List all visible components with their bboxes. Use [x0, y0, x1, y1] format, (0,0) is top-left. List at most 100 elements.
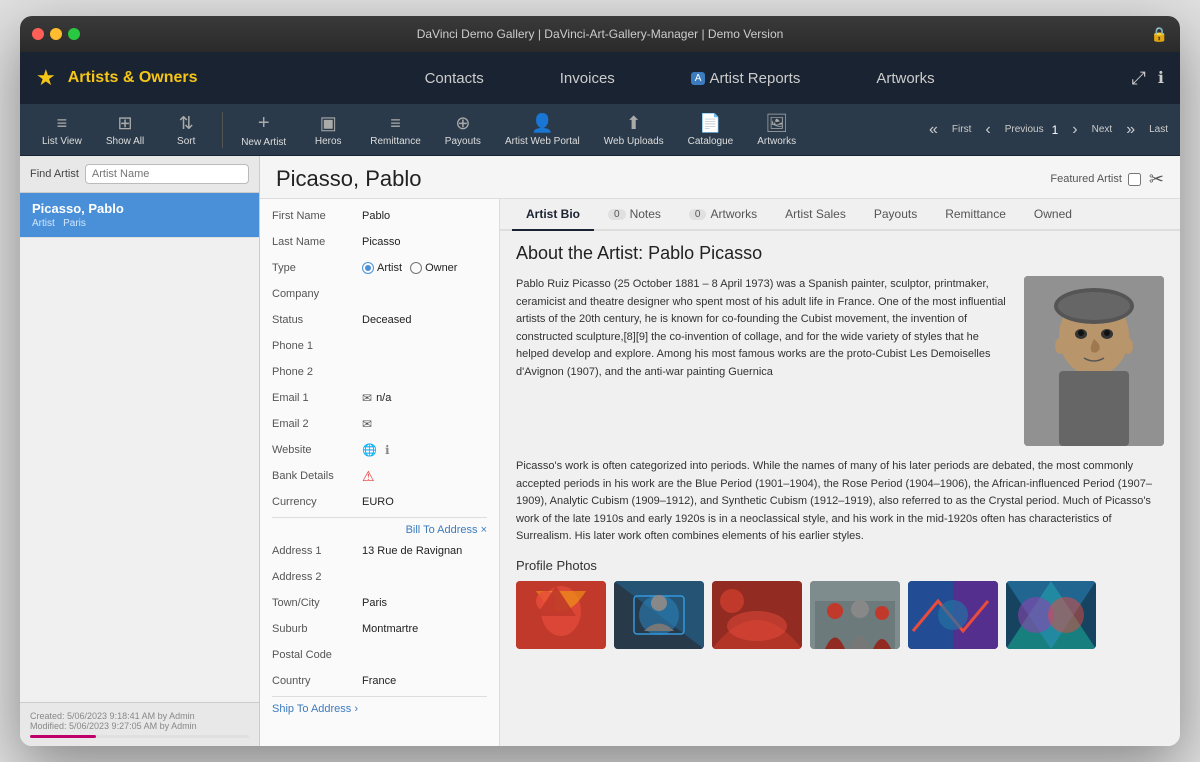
owner-radio-circle — [410, 262, 422, 274]
app-window: DaVinci Demo Gallery | DaVinci-Art-Galle… — [20, 16, 1180, 746]
photo-thumb-6[interactable] — [1006, 581, 1096, 649]
nav-bar: ★ Artists & Owners Contacts Invoices A A… — [20, 52, 1180, 104]
scissors-icon[interactable]: ✂ — [1149, 169, 1164, 190]
traffic-lights — [32, 28, 80, 40]
new-artist-button[interactable]: + New Artist — [231, 108, 296, 152]
payouts-icon: ⊕ — [455, 113, 470, 134]
pagination: « First ‹ Previous 1 › Next » Last — [923, 119, 1168, 141]
nav-reports[interactable]: A Artist Reports — [683, 66, 809, 91]
sidebar-progress — [30, 735, 249, 738]
nav-artworks[interactable]: Artworks — [868, 66, 942, 91]
photo-thumb-1[interactable] — [516, 581, 606, 649]
nav-contacts[interactable]: Contacts — [417, 66, 492, 91]
bio-section: Pablo Ruiz Picasso (25 October 1881 – 8 … — [516, 276, 1164, 446]
reports-icon: A — [691, 72, 706, 85]
portrait-svg — [1024, 276, 1164, 446]
nav-logo: ★ — [36, 65, 56, 91]
next-button[interactable]: › — [1066, 119, 1083, 141]
heros-button[interactable]: ▣ Heros — [300, 109, 356, 151]
currency-value: EURO — [362, 496, 394, 508]
separator-1 — [222, 112, 223, 148]
bank-alert-icon: ⚠ — [362, 468, 375, 485]
first-button[interactable]: « — [923, 119, 944, 141]
last-button[interactable]: » — [1120, 119, 1141, 141]
company-label: Company — [272, 288, 362, 300]
remittance-icon: ≡ — [390, 113, 401, 134]
show-all-button[interactable]: ⊞ Show All — [96, 109, 154, 151]
photo-thumb-5[interactable] — [908, 581, 998, 649]
profile-photos-section: Profile Photos — [516, 558, 1164, 649]
remittance-button[interactable]: ≡ Remittance — [360, 109, 431, 151]
nav-section-title[interactable]: Artists & Owners — [68, 69, 228, 87]
phone2-label: Phone 2 — [272, 366, 362, 378]
status-label: Status — [272, 314, 362, 326]
created-label: Created: 5/06/2023 9:18:41 AM by Admin — [30, 711, 249, 721]
expand-icon[interactable]: ⤢ — [1132, 68, 1146, 89]
find-artist-bar: Find Artist — [20, 156, 259, 193]
artist-name: Picasso, Pablo — [32, 201, 247, 216]
type-artist-radio[interactable]: Artist — [362, 262, 402, 274]
minimize-button[interactable] — [50, 28, 62, 40]
artist-meta: Artist Paris — [32, 218, 247, 229]
tab-artist-sales[interactable]: Artist Sales — [771, 199, 860, 231]
artist-header: Picasso, Pablo Featured Artist ✂ — [260, 156, 1180, 199]
tab-bar: Artist Bio 0 Notes 0 Artworks Artist Sal… — [500, 199, 1180, 231]
bank-details-row: Bank Details ⚠ — [272, 465, 487, 487]
show-all-icon: ⊞ — [117, 113, 132, 134]
photo-thumb-3[interactable] — [712, 581, 802, 649]
detail-split: First Name Pablo Last Name Picasso Type … — [260, 199, 1180, 746]
list-view-button[interactable]: ≡ List View — [32, 109, 92, 151]
catalogue-button[interactable]: 📄 Catalogue — [678, 109, 744, 151]
artist-radio-circle — [362, 262, 374, 274]
tab-notes[interactable]: 0 Notes — [594, 199, 675, 231]
postal-code-label: Postal Code — [272, 649, 362, 661]
first-name-label: First Name — [272, 210, 362, 222]
artist-photo — [1024, 276, 1164, 446]
tab-owned[interactable]: Owned — [1020, 199, 1086, 231]
type-owner-radio[interactable]: Owner — [410, 262, 457, 274]
tab-payouts[interactable]: Payouts — [860, 199, 931, 231]
featured-artist-checkbox[interactable] — [1128, 173, 1141, 186]
info-nav-icon[interactable]: ℹ — [1158, 68, 1164, 88]
last-name-label: Last Name — [272, 236, 362, 248]
town-value: Paris — [362, 597, 387, 609]
previous-button[interactable]: ‹ — [979, 119, 996, 141]
web-uploads-button[interactable]: ⬆ Web Uploads — [594, 109, 674, 151]
tab-artworks[interactable]: 0 Artworks — [675, 199, 771, 231]
artist-list-item[interactable]: Picasso, Pablo Artist Paris — [20, 193, 259, 238]
sidebar: Find Artist Picasso, Pablo Artist Paris … — [20, 156, 260, 746]
nav-invoices[interactable]: Invoices — [552, 66, 623, 91]
profile-photos-title: Profile Photos — [516, 558, 1164, 573]
country-row: Country France — [272, 670, 487, 692]
currency-row: Currency EURO — [272, 491, 487, 513]
artworks-button[interactable]: 🖼 Artworks — [747, 109, 806, 151]
suburb-row: Suburb Montmartre — [272, 618, 487, 640]
photo-thumb-2[interactable] — [614, 581, 704, 649]
phone1-label: Phone 1 — [272, 340, 362, 352]
find-artist-input[interactable] — [85, 164, 249, 184]
close-button[interactable] — [32, 28, 44, 40]
type-label: Type — [272, 262, 362, 274]
artist-list: Picasso, Pablo Artist Paris — [20, 193, 259, 702]
town-row: Town/City Paris — [272, 592, 487, 614]
tab-artist-bio[interactable]: Artist Bio — [512, 199, 594, 231]
photo-thumb-4[interactable] — [810, 581, 900, 649]
window-title: DaVinci Demo Gallery | DaVinci-Art-Galle… — [417, 27, 784, 41]
tab-remittance[interactable]: Remittance — [931, 199, 1020, 231]
email1-value: n/a — [376, 392, 391, 404]
sidebar-progress-bar — [30, 735, 96, 738]
type-row: Type Artist Owner — [272, 257, 487, 279]
phone1-row: Phone 1 — [272, 335, 487, 357]
artist-web-portal-button[interactable]: 👤 Artist Web Portal — [495, 109, 590, 151]
maximize-button[interactable] — [68, 28, 80, 40]
bill-to-address-link[interactable]: Bill To Address × — [406, 524, 487, 536]
postal-code-row: Postal Code — [272, 644, 487, 666]
currency-label: Currency — [272, 496, 362, 508]
nav-right: ⤢ ℹ — [1132, 68, 1164, 89]
list-view-icon: ≡ — [57, 113, 68, 134]
payouts-button[interactable]: ⊕ Payouts — [435, 109, 491, 151]
sort-button[interactable]: ⇅ Sort — [158, 109, 214, 151]
lock-icon: 🔒 — [1151, 26, 1168, 43]
photo-strip — [516, 581, 1164, 649]
ship-to-address-link[interactable]: Ship To Address › — [272, 703, 358, 715]
